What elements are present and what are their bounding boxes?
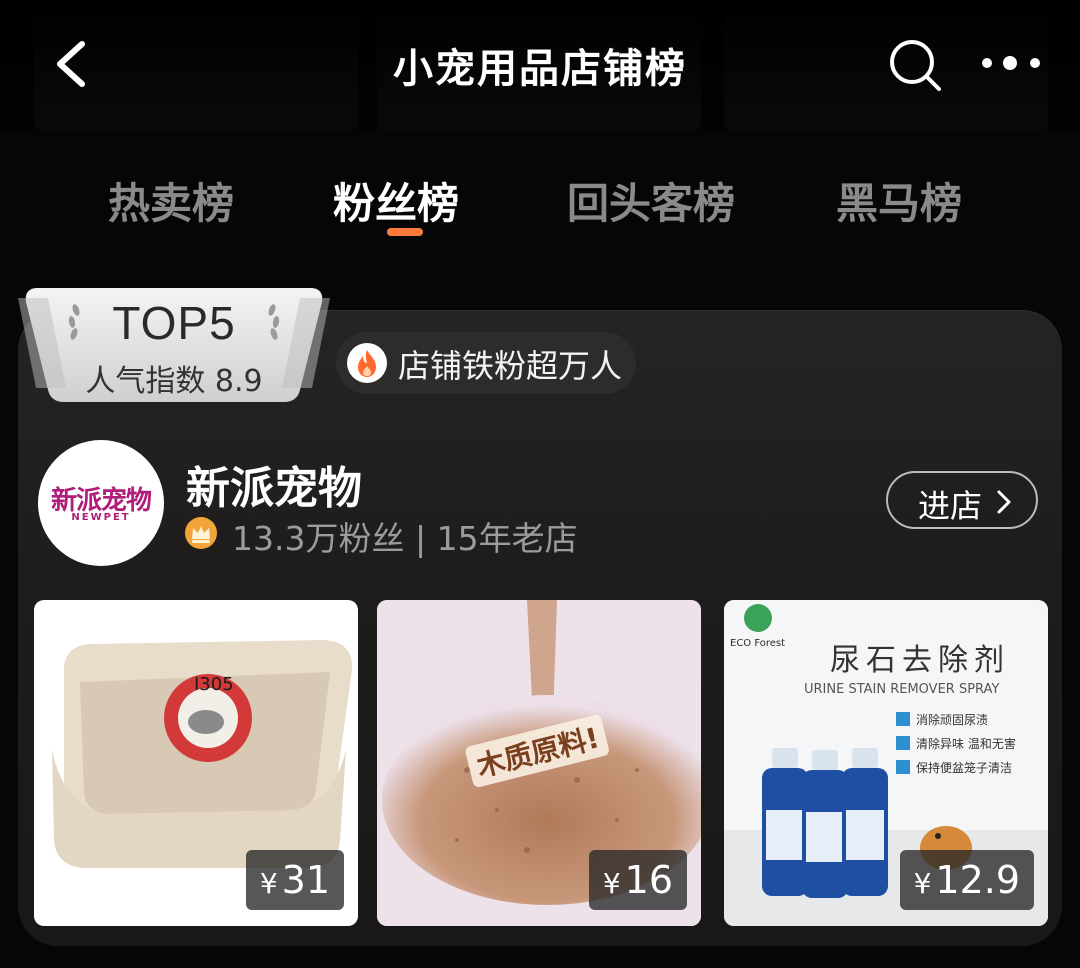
chevron-right-icon — [997, 490, 1011, 514]
fire-icon — [347, 343, 387, 383]
svg-text:清除异味 温和无害: 清除异味 温和无害 — [916, 736, 1016, 751]
search-icon[interactable] — [884, 34, 946, 96]
active-tab-indicator — [387, 228, 423, 236]
logo-subtext: NEWPET — [71, 512, 131, 523]
price-tag: ¥ 16 — [588, 850, 687, 910]
svg-text:I305: I305 — [194, 674, 234, 695]
product-card[interactable]: 木质原料! ¥ 16 — [377, 600, 701, 926]
price-tag: ¥ 12.9 — [899, 850, 1034, 910]
ranking-tabs: 热卖榜 粉丝榜 回头客榜 黑马榜 — [0, 170, 1080, 260]
tab-returning-customers[interactable]: 回头客榜 — [567, 170, 735, 231]
popularity-index: 人气指数 8.9 — [85, 364, 263, 399]
tab-fans[interactable]: 粉丝榜 — [333, 170, 459, 231]
price-value: 31 — [281, 858, 330, 902]
tab-dark-horse[interactable]: 黑马榜 — [836, 170, 962, 231]
rank-badge: TOP5 人气指数 8.9 — [18, 278, 330, 408]
store-meta: 13.3万粉丝 | 15年老店 — [232, 519, 578, 558]
enter-store-label: 进店 — [918, 487, 983, 525]
svg-text:ECO Forest: ECO Forest — [730, 638, 785, 649]
currency-symbol: ¥ — [259, 867, 278, 900]
tab-hot-sale[interactable]: 热卖榜 — [108, 170, 234, 231]
svg-text:消除顽固尿渍: 消除顽固尿渍 — [916, 712, 988, 727]
enter-store-button[interactable]: 进店 — [886, 471, 1038, 529]
more-options-icon[interactable] — [978, 48, 1048, 78]
price-value: 12.9 — [935, 858, 1020, 902]
crown-icon — [185, 517, 217, 549]
store-name[interactable]: 新派宠物 — [186, 452, 362, 516]
currency-symbol: ¥ — [602, 867, 621, 900]
currency-symbol: ¥ — [913, 867, 932, 900]
product-card[interactable]: ECO Forest 尿石去除剂 URINE STAIN REMOVER SPR… — [724, 600, 1048, 926]
rank-label: TOP5 — [112, 297, 236, 349]
svg-text:尿石去除剂: 尿石去除剂 — [830, 643, 1010, 678]
fan-highlight-chip: 店铺铁粉超万人 — [336, 332, 636, 394]
price-value: 16 — [624, 858, 673, 902]
price-tag: ¥ 31 — [245, 850, 344, 910]
store-logo[interactable]: 新派宠物 NEWPET — [38, 440, 164, 566]
product-card[interactable]: I305 ¥ 31 — [34, 600, 358, 926]
fan-chip-label: 店铺铁粉超万人 — [398, 347, 623, 385]
svg-text:保持便盆笼子清洁: 保持便盆笼子清洁 — [916, 760, 1012, 775]
svg-text:URINE STAIN REMOVER SPRAY: URINE STAIN REMOVER SPRAY — [804, 682, 999, 697]
